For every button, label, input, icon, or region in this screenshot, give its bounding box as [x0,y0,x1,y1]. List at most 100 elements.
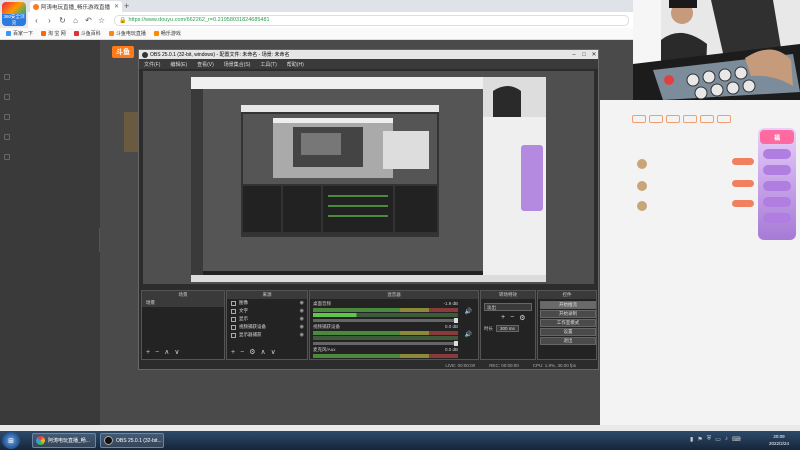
settings-button[interactable]: 设置 [540,328,596,336]
duration-row: 时长 300 ms [484,325,519,332]
sidebar-item[interactable] [4,72,96,82]
browser-tab[interactable]: 阿涛电玩直播_畅乐游戏直播 ✕ [30,1,122,12]
speaker-icon[interactable]: 🔊 [465,331,472,338]
camera-source-icon [231,324,236,330]
nav-icon [4,114,10,120]
bookmark-item[interactable]: 百家一下 [6,30,33,37]
bookmark-item[interactable]: 斗鱼电玩直播 [108,30,146,37]
menu-edit[interactable]: 编辑(E) [170,61,187,68]
menu-help[interactable]: 帮助(H) [287,61,304,68]
clock-date: 2022/2/24 [768,441,790,446]
transition-settings-icon[interactable]: ⚙ [519,314,525,322]
move-up-icon[interactable]: ∧ [164,349,169,357]
scene-item[interactable]: 场景 [142,299,224,307]
obs-preview[interactable] [143,71,594,284]
sidebar-item[interactable] [4,92,96,102]
source-item[interactable]: 显示 ◉ [227,315,307,323]
nav-icon [4,74,10,80]
source-item[interactable]: 图像 ◉ [227,299,307,307]
close-icon[interactable]: ✕ [590,51,598,58]
remove-source-icon[interactable]: − [240,349,244,357]
follow-button[interactable] [732,200,754,207]
close-tab-icon[interactable]: ✕ [114,3,119,10]
sources-header: 来源 [227,291,307,299]
mixer-header: 混音器 [310,291,478,299]
volume-slider[interactable] [313,319,458,322]
speaker-icon[interactable]: 🔊 [465,308,472,315]
remove-scene-icon[interactable]: − [155,349,159,357]
visibility-icon[interactable]: ◉ [300,324,304,330]
move-down-icon[interactable]: ∨ [271,349,276,357]
flag-icon[interactable]: ⚑ [697,436,702,443]
remove-transition-icon[interactable]: − [510,314,514,322]
volume-icon[interactable]: ♪ [725,436,728,443]
maximize-icon[interactable]: □ [580,52,588,58]
promo-title: 福 [760,130,794,144]
sidebar-item[interactable] [4,112,96,122]
follow-button[interactable] [732,180,754,187]
studio-mode-button[interactable]: 工作室模式 [540,319,596,327]
bookmark-item[interactable]: 斗鱼百科 [73,30,101,37]
bookmarks-bar: 百家一下 淘 宝 网 斗鱼百科 斗鱼电玩直播 畅乐游戏 [0,28,633,40]
duration-input[interactable]: 300 ms [496,325,519,332]
visibility-icon[interactable]: ◉ [300,316,304,322]
add-transition-icon[interactable]: + [501,314,505,322]
monitor-icon[interactable]: ▭ [715,436,721,443]
browser-logo[interactable]: 360安全浏览 [2,2,26,26]
webcam-image [633,0,800,100]
undo-icon[interactable]: ↶ [84,16,93,25]
move-down-icon[interactable]: ∨ [174,349,179,357]
scenes-header: 场景 [142,291,224,299]
taskbar-clock[interactable]: 20:09 2022/2/24 [762,433,796,447]
start-streaming-button[interactable]: 开始推流 [540,301,596,309]
source-settings-icon[interactable]: ⚙ [249,349,255,357]
source-item[interactable]: 文字 ◉ [227,307,307,315]
source-item[interactable]: 视频捕获设备 ◉ [227,323,307,331]
bookmark-item[interactable]: 畅乐游戏 [153,30,181,37]
add-scene-icon[interactable]: + [146,349,150,357]
menu-tools[interactable]: 工具(T) [260,61,276,68]
start-recording-button[interactable]: 开始录制 [540,310,596,318]
address-bar[interactable]: 🔒 https://www.douyu.com/662262_r=0.21958… [114,14,629,26]
minimize-icon[interactable]: – [570,52,578,58]
sources-toolbar: + − ⚙ ∧ ∨ [231,349,276,357]
menu-file[interactable]: 文件(F) [144,61,160,68]
douyu-logo[interactable]: 斗鱼 [112,46,134,58]
move-up-icon[interactable]: ∧ [260,349,265,357]
visibility-icon[interactable]: ◉ [300,332,304,338]
start-button[interactable]: ⊞ [2,432,20,449]
menu-view[interactable]: 查看(V) [197,61,214,68]
follow-button[interactable] [732,158,754,165]
menu-scene-collection[interactable]: 场景集合(S) [224,61,251,68]
preview-capture-image [143,71,594,284]
refresh-icon[interactable]: ↻ [58,16,67,25]
windows-logo-icon: ⊞ [8,437,14,445]
taskbar-item-browser[interactable]: 阿涛电玩直播_畅... [32,433,96,448]
taskbar-item-obs[interactable]: OBS 25.0.1 (32-bit... [100,433,164,448]
exit-button[interactable]: 退出 [540,337,596,345]
transition-toolbar: + − ⚙ [501,314,525,322]
network-icon[interactable]: ▮ [690,436,693,443]
audio-mixer-panel: 混音器 桌面音频 -1.9 dB 🔊 视频捕获设备 0.0 dB 🔊 麦克风/Aux… [309,290,479,360]
bookmark-item[interactable]: 淘 宝 网 [41,30,66,37]
source-item[interactable]: 显示器捕获 ◉ [227,331,307,339]
monitor-source-icon [231,332,236,338]
visibility-icon[interactable]: ◉ [300,300,304,306]
back-icon[interactable]: ‹ [32,16,41,25]
taobao-icon [41,31,47,36]
input-icon[interactable]: ⌨ [732,436,741,443]
visibility-icon[interactable]: ◉ [300,308,304,314]
new-tab-button[interactable]: + [124,1,129,11]
controls-header: 控件 [538,291,596,299]
obs-statusbar: LIVE: 00:00:00 REC: 00:00:00 CPU: 1.9%, … [139,361,598,369]
home-icon[interactable]: ⌂ [71,16,80,25]
shield-icon[interactable]: ⛨ [707,436,712,443]
volume-slider[interactable] [313,342,458,345]
sidebar-item[interactable] [4,132,96,142]
star-icon[interactable]: ☆ [97,16,106,25]
transition-type-select[interactable]: 淡出 [484,303,532,311]
obs-titlebar: OBS 25.0.1 (32-bit, windows) - 配置文件: 未命名… [139,50,598,59]
add-source-icon[interactable]: + [231,349,235,357]
sidebar-item[interactable] [4,152,96,162]
forward-icon[interactable]: › [45,16,54,25]
